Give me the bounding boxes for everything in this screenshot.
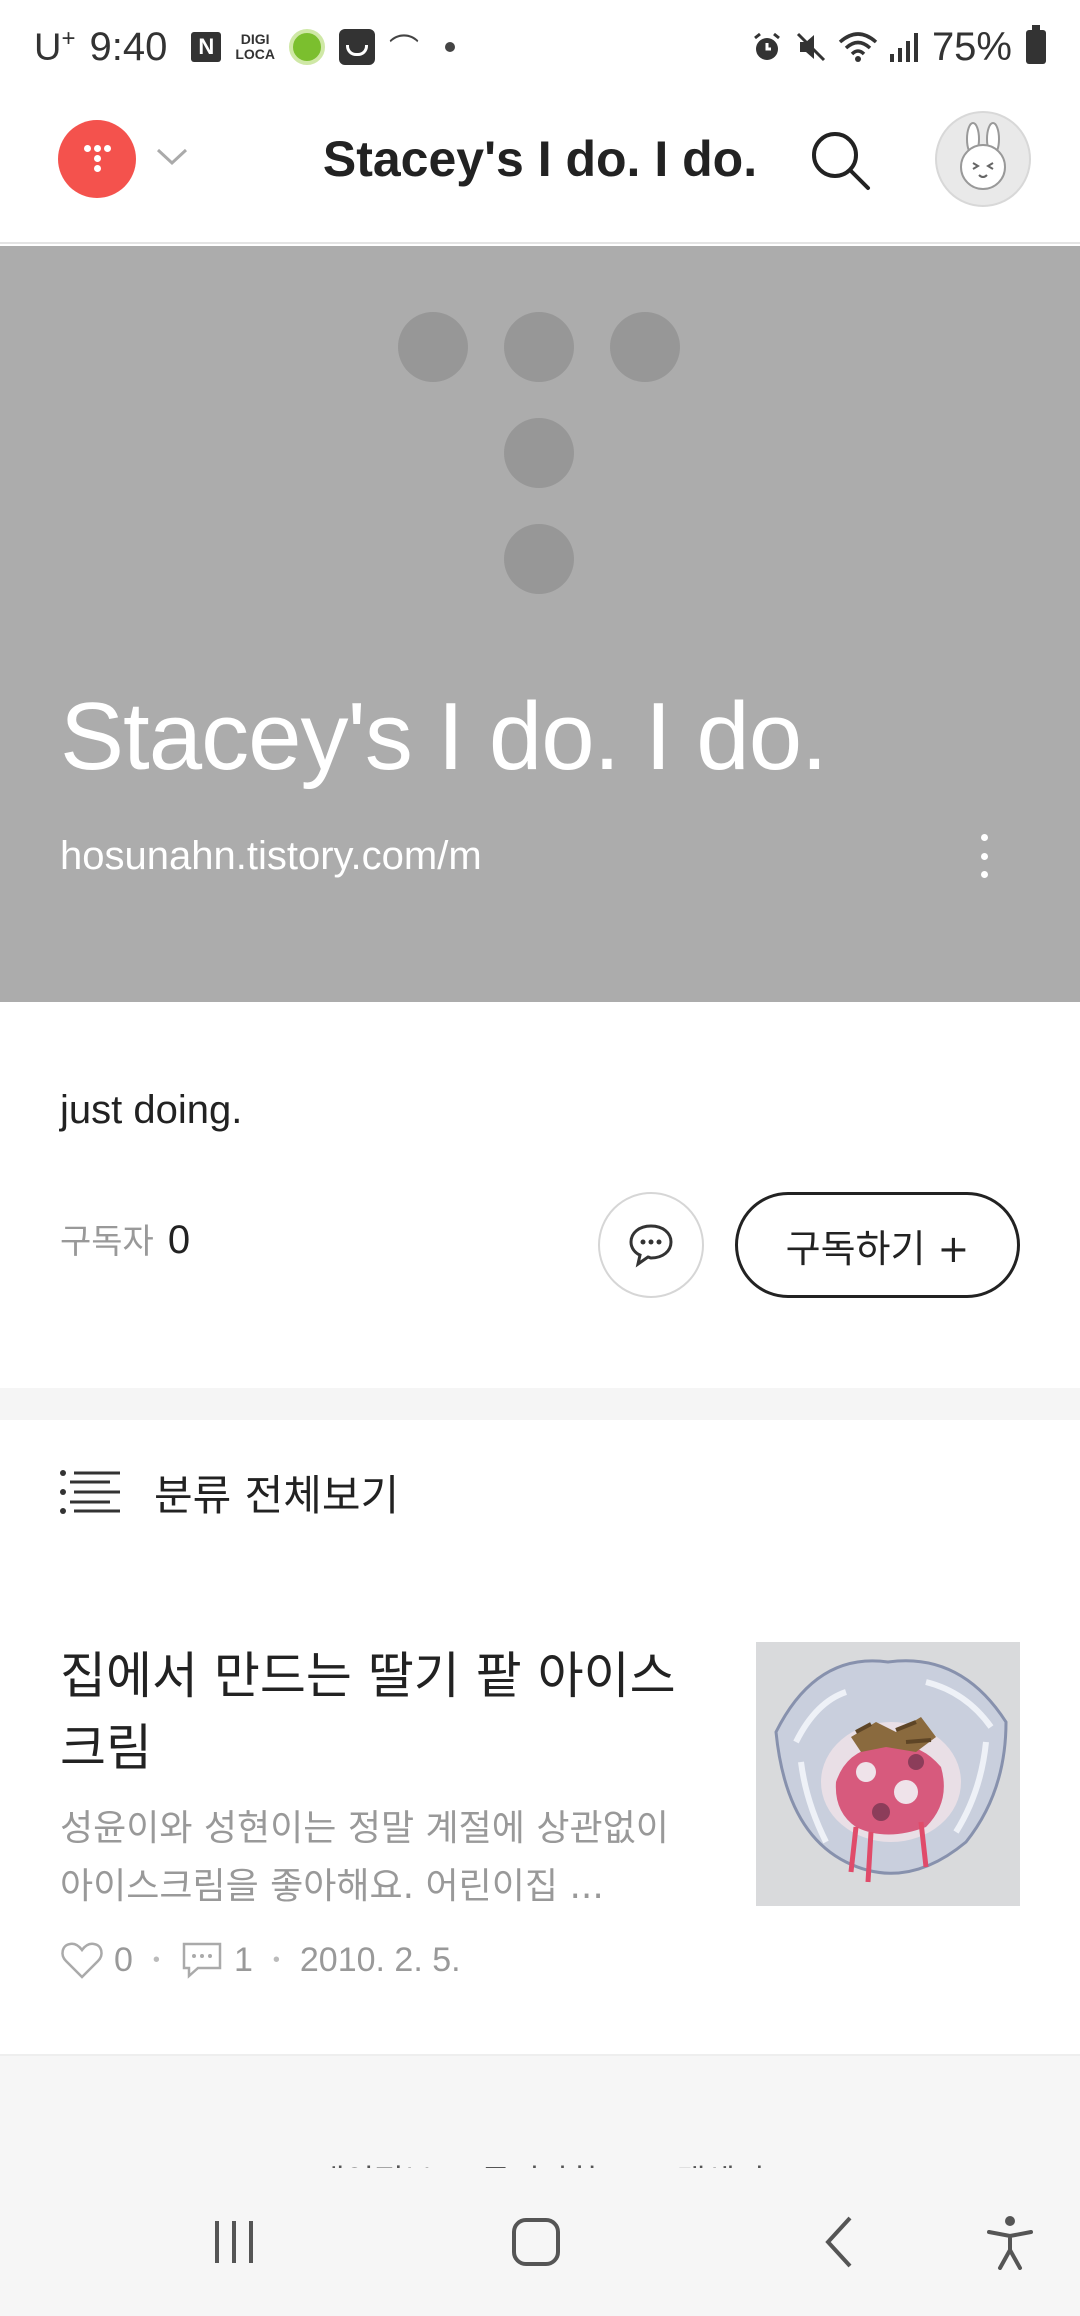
section-divider <box>0 1388 1080 1420</box>
logo-dot <box>94 165 101 172</box>
battery-percent: 75% <box>931 24 1012 69</box>
post-title[interactable]: 집에서 만드는 딸기 팥 아이스크림 <box>60 1640 720 1784</box>
status-bar: U+ 9:40 N DIGI LOCA ⌒ 75% <box>0 0 1080 94</box>
meta-separator: • <box>152 1948 160 1971</box>
notification-arc-icon: ⌒ <box>389 34 419 67</box>
alarm-icon <box>754 32 780 60</box>
system-navigation-bar <box>0 2168 1080 2316</box>
subscribe-button[interactable]: 구독하기 + <box>735 1192 1020 1298</box>
post-meta: 0 • 1 • 2010. 2. 5. <box>60 1940 461 1980</box>
green-app-icon <box>289 29 325 65</box>
category-label: 분류 전체보기 <box>154 1470 400 1520</box>
avatar[interactable] <box>935 111 1031 207</box>
logo-dot <box>84 145 91 152</box>
message-button[interactable] <box>598 1192 704 1298</box>
more-notifications-dot-icon <box>445 42 455 52</box>
comment-count: 1 <box>233 1940 253 1979</box>
blog-description: just doing. <box>60 1088 243 1132</box>
naver-app-icon: N <box>191 32 222 62</box>
watermark-dot <box>504 524 574 594</box>
watermark-dot <box>504 418 574 488</box>
digi-loca-icon: DIGI LOCA <box>235 31 275 62</box>
list-icon <box>60 1470 120 1514</box>
post-list-item[interactable]: 집에서 만드는 딸기 팥 아이스크림 성윤이와 성현이는 정말 계절에 상관없이… <box>0 1620 1080 2056</box>
status-bar-left: U+ 9:40 N DIGI LOCA ⌒ <box>34 25 455 70</box>
recent-apps-icon <box>215 2221 253 2263</box>
comment-icon[interactable] <box>180 1940 224 1980</box>
post-excerpt: 성윤이와 성현이는 정말 계절에 상관없이 아이스크림을 좋아해요. 어린이집 … <box>60 1808 669 1907</box>
search-icon[interactable] <box>808 128 872 192</box>
watermark-dot <box>504 312 574 382</box>
meta-separator: • <box>272 1948 280 1971</box>
more-options-icon[interactable] <box>962 828 1006 884</box>
post-date: 2010. 2. 5. <box>299 1940 461 1979</box>
blog-title: Stacey's I do. I do. <box>60 683 828 790</box>
mute-icon <box>796 32 825 62</box>
rabbit-avatar-icon <box>960 122 1006 190</box>
subscriber-info: 구독자 0 <box>60 1214 190 1263</box>
app-header: Stacey's I do. I do. <box>0 94 1080 244</box>
home-icon <box>512 2218 560 2266</box>
shopping-bag-icon <box>339 29 375 65</box>
clock: 9:40 <box>89 24 168 69</box>
watermark-dot <box>610 312 680 382</box>
back-button[interactable] <box>800 2202 880 2282</box>
tistory-watermark-logo <box>398 312 682 596</box>
logo-dot <box>94 155 101 162</box>
chevron-down-icon[interactable] <box>155 146 189 168</box>
back-icon <box>825 2216 852 2268</box>
more-dot <box>980 871 988 878</box>
battery-icon <box>1026 25 1046 64</box>
accessibility-icon <box>987 2216 1033 2270</box>
blog-url[interactable]: hosunahn.tistory.com/m <box>60 834 482 879</box>
ice-cream-photo <box>756 1642 1020 1906</box>
subscriber-count: 0 <box>167 1218 191 1262</box>
blog-cover: Stacey's I do. I do. hosunahn.tistory.co… <box>0 246 1080 1002</box>
heart-icon[interactable] <box>60 1940 104 1980</box>
logo-dot <box>94 145 101 152</box>
like-count: 0 <box>114 1940 133 1979</box>
more-dot <box>980 852 988 860</box>
chat-bubble-icon <box>629 1224 673 1268</box>
category-all-link[interactable]: 분류 전체보기 <box>60 1460 399 1524</box>
signal-icon <box>889 33 918 62</box>
carrier-label: U+ <box>34 24 76 69</box>
home-button[interactable] <box>496 2202 576 2282</box>
post-thumbnail[interactable] <box>756 1642 1020 1906</box>
logo-dot <box>104 145 111 152</box>
accessibility-button[interactable] <box>970 2202 1050 2282</box>
wifi-icon <box>838 32 878 62</box>
recent-apps-button[interactable] <box>194 2202 274 2282</box>
watermark-dot <box>398 312 468 382</box>
subscriber-label: 구독자 <box>60 1223 154 1261</box>
more-dot <box>980 834 988 841</box>
status-bar-right: 75% <box>750 25 1046 70</box>
tistory-logo-button[interactable] <box>58 120 136 198</box>
